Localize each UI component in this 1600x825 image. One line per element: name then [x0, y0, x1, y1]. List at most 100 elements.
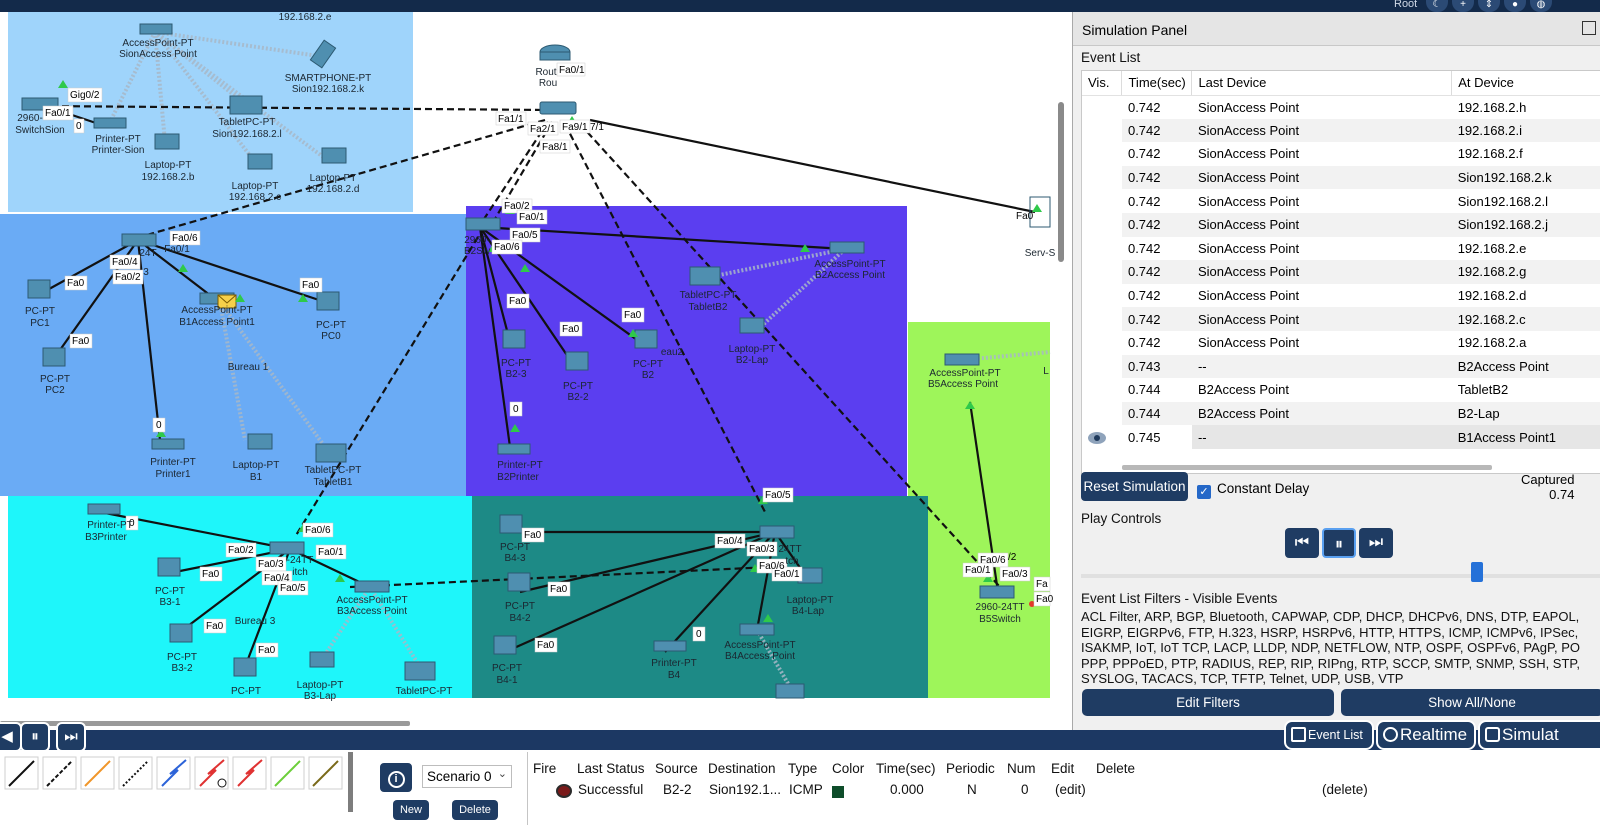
fiber-tool[interactable]	[156, 756, 191, 790]
event-row[interactable]: 0.742 SionAccess Point 192.168.2.f	[1082, 142, 1600, 166]
pause-button[interactable]: ⏸	[1322, 528, 1356, 558]
event-vis[interactable]	[1082, 260, 1122, 284]
event-vis[interactable]	[1082, 95, 1122, 119]
port-label: Fa0/1	[774, 569, 800, 580]
event-vis[interactable]	[1082, 142, 1122, 166]
logical-workspace[interactable]: Fa0/1 Fa1/1 Fa2/1 Fa9/1 7/1 Fa8/1 Fa0 Gi…	[0, 12, 1072, 730]
new-scenario-button[interactable]: New	[393, 800, 429, 820]
event-time: 0.742	[1121, 212, 1192, 237]
step-forward-button[interactable]: ⏭	[1359, 528, 1393, 558]
device-label: -24TT	[287, 555, 314, 566]
straight-through-tool[interactable]	[42, 756, 77, 790]
filters-line: SYSLOG, TACACS, TCP, TFTP, Telnet, UDP, …	[1081, 671, 1404, 687]
event-vis[interactable]	[1082, 425, 1122, 449]
moon-icon[interactable]: ☾	[1426, 0, 1448, 12]
event-row[interactable]: 0.742 SionAccess Point Sion192.168.2.j	[1082, 212, 1600, 237]
event-vis[interactable]	[1082, 283, 1122, 308]
globe-icon[interactable]: ◍	[1530, 0, 1552, 12]
checkmark-icon[interactable]: ✓	[1197, 485, 1211, 499]
port-label: Fa8/1	[542, 142, 568, 153]
event-row[interactable]: 0.744 B2Access Point B2-Lap	[1082, 401, 1600, 426]
device-label: PC-PT	[563, 381, 593, 392]
event-row[interactable]: 0.742 SionAccess Point 192.168.2.g	[1082, 260, 1600, 284]
pause-icon[interactable]: ⏸	[20, 722, 50, 752]
edit-filters-button[interactable]: Edit Filters	[1082, 689, 1334, 716]
user-icon[interactable]: ●	[1504, 0, 1526, 12]
event-vis[interactable]	[1082, 165, 1122, 190]
console-cable-tool[interactable]	[4, 756, 39, 790]
event-vis[interactable]	[1082, 212, 1122, 237]
event-vis[interactable]	[1082, 307, 1122, 331]
event-row[interactable]: 0.742 SionAccess Point 192.168.2.d	[1082, 283, 1600, 308]
fire-icon[interactable]	[556, 784, 572, 798]
event-list-table[interactable]: Vis. Time(sec) Last Device At Device 0.7…	[1081, 70, 1600, 474]
column-header[interactable]: Last Device	[1191, 71, 1453, 96]
coaxial-tool[interactable]	[270, 756, 305, 790]
event-time: 0.742	[1121, 307, 1192, 331]
arrows-icon[interactable]: ⇕	[1478, 0, 1500, 12]
delete-scenario-button[interactable]: Delete	[452, 800, 498, 820]
event-row[interactable]: 0.742 SionAccess Point 192.168.2.i	[1082, 118, 1600, 143]
event-row[interactable]: 0.743 -- B2Access Point	[1082, 354, 1600, 379]
device-label: 192.168.2.d	[307, 184, 360, 195]
constant-delay-checkbox[interactable]: ✓ Constant Delay	[1197, 481, 1309, 499]
event-vis[interactable]	[1082, 401, 1122, 426]
play-speed-slider[interactable]	[1081, 574, 1600, 578]
event-vis[interactable]	[1082, 330, 1122, 355]
pdu-destination: Sion192.1...	[709, 782, 782, 797]
device-label: AccessPoint-PT	[724, 640, 795, 651]
event-vis[interactable]	[1082, 354, 1122, 379]
device-label: Rou	[539, 78, 557, 89]
event-row[interactable]: 0.745 -- B1Access Point1	[1082, 425, 1600, 449]
pdu-col-fire: Fire	[533, 761, 557, 776]
play-speed-slider-thumb[interactable]	[1471, 562, 1483, 582]
port-label: 0	[156, 420, 162, 431]
column-header[interactable]: At Device	[1451, 71, 1600, 96]
event-list-scrollbar[interactable]	[1122, 465, 1492, 470]
plus-icon[interactable]: +	[1452, 0, 1474, 12]
port-label: Fa0	[258, 645, 276, 656]
event-list-mode-button[interactable]: Event List	[1284, 720, 1374, 750]
event-vis[interactable]	[1082, 189, 1122, 213]
show-all-none-button[interactable]: Show All/None	[1341, 689, 1600, 716]
event-row[interactable]: 0.742 SionAccess Point Sion192.168.2.k	[1082, 165, 1600, 190]
column-header[interactable]: Time(sec)	[1121, 71, 1193, 96]
crossover-tool[interactable]	[80, 756, 115, 790]
device-label: 192.168.2.c	[229, 192, 281, 203]
event-vis[interactable]	[1082, 378, 1122, 402]
rollover-tool[interactable]	[118, 756, 153, 790]
pdu-edit-link[interactable]: (edit)	[1055, 782, 1086, 797]
pdu-delete-link[interactable]: (delete)	[1322, 782, 1368, 797]
event-row[interactable]: 0.742 SionAccess Point 192.168.2.e	[1082, 236, 1600, 261]
event-row[interactable]: 0.742 SionAccess Point 192.168.2.h	[1082, 95, 1600, 119]
event-row[interactable]: 0.744 B2Access Point TabletB2	[1082, 378, 1600, 402]
realtime-mode-button[interactable]: Realtime	[1376, 720, 1476, 750]
back-icon[interactable]: ◀	[0, 722, 22, 752]
event-time: 0.745	[1127, 429, 1161, 445]
event-row[interactable]: 0.742 SionAccess Point 192.168.2.c	[1082, 307, 1600, 331]
event-time: 0.742	[1127, 99, 1161, 115]
event-row[interactable]: 0.742 SionAccess Point 192.168.2.a	[1082, 330, 1600, 355]
event-at-device: 192.168.2.a	[1457, 335, 1527, 351]
serial-dte-tool[interactable]	[232, 756, 267, 790]
pdu-col-time: Time(sec)	[876, 761, 936, 776]
forward-icon[interactable]: ⏭	[56, 722, 86, 752]
scenario-select[interactable]: Scenario 0 ⌄	[422, 765, 512, 788]
eye-icon[interactable]	[1088, 431, 1106, 444]
pdu-info-button[interactable]: i	[380, 763, 412, 792]
event-vis[interactable]	[1082, 118, 1122, 143]
serial-dce-tool[interactable]	[194, 756, 229, 790]
device-label: B2Access Point	[815, 270, 885, 281]
device-label: TabletPC-PT	[305, 465, 362, 476]
simulation-panel-header: Simulation Panel	[1073, 12, 1600, 46]
event-row[interactable]: 0.742 SionAccess Point Sion192.168.2.l	[1082, 189, 1600, 213]
reset-simulation-button[interactable]: Reset Simulation	[1081, 472, 1188, 501]
event-vis[interactable]	[1082, 236, 1122, 261]
octal-tool[interactable]	[308, 756, 343, 790]
simulation-mode-button[interactable]: Simulat	[1478, 720, 1600, 750]
step-back-button[interactable]: ⏮	[1285, 528, 1319, 558]
canvas-vertical-scrollbar[interactable]	[1058, 102, 1064, 262]
column-header[interactable]: Vis.	[1082, 71, 1123, 96]
undock-icon[interactable]	[1582, 21, 1596, 35]
port-label: /2	[1008, 552, 1017, 563]
